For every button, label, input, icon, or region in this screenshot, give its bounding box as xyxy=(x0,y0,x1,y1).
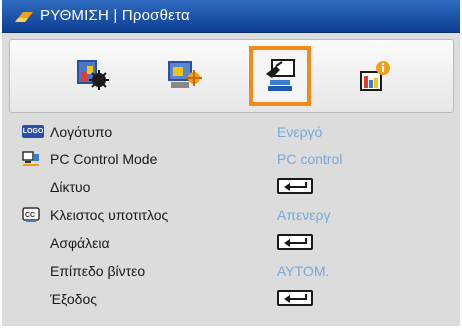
menu-item-closed-caption[interactable]: CC Κλειστος υποτιτλος Απενεργ xyxy=(9,203,454,227)
menu-item-security[interactable]: Ασφάλεια xyxy=(9,231,454,255)
picture-settings-icon xyxy=(77,60,109,90)
enter-button[interactable] xyxy=(277,290,313,306)
menu-item-label: Έξοδος xyxy=(50,291,97,307)
menu-item-exit[interactable]: Έξοδος xyxy=(9,287,454,311)
menu-item-label: PC Control Mode xyxy=(50,151,158,167)
menu-item-label: Ασφάλεια xyxy=(50,235,110,251)
page-title: ΡΥΘΜΙΣΗ | Προσθετα xyxy=(40,7,190,24)
menu-item-network[interactable]: Δίκτυο xyxy=(9,175,454,199)
pc-control-icon xyxy=(22,151,39,166)
menu-item-value[interactable]: Ενεργό xyxy=(277,124,322,140)
tab-image[interactable] xyxy=(62,46,124,106)
osd-menu: ΡΥΘΜΙΣΗ | Προσθετα LOGO Λογότυπο Ενεργό … xyxy=(2,0,460,326)
logo-badge-icon: LOGO xyxy=(22,125,44,138)
menu-item-pc-control-mode[interactable]: PC Control Mode PC control xyxy=(9,147,454,171)
menu-item-value[interactable]: ΑΥΤΟΜ. xyxy=(277,263,329,279)
display-settings-icon xyxy=(168,61,202,88)
tab-display[interactable] xyxy=(154,46,216,106)
enter-button[interactable] xyxy=(277,178,313,194)
menu-item-label: Δίκτυο xyxy=(50,179,91,195)
closed-caption-icon: CC xyxy=(22,207,40,222)
title-bar: ΡΥΘΜΙΣΗ | Προσθετα xyxy=(2,0,460,33)
menu-item-label: Επίπεδο βίντεο xyxy=(50,263,146,279)
menu-item-value[interactable]: PC control xyxy=(277,151,342,167)
menu-item-label: Κλειστος υποτιτλος xyxy=(50,207,169,223)
menu-item-value[interactable]: Απενεργ xyxy=(277,207,330,223)
setup-settings-icon xyxy=(266,59,295,91)
tab-setup[interactable] xyxy=(249,46,311,106)
settings-list: LOGO Λογότυπο Ενεργό PC Control Mode PC … xyxy=(9,117,454,321)
options-info-icon xyxy=(360,61,390,91)
enter-arrow-icon xyxy=(284,238,307,247)
enter-arrow-icon xyxy=(284,182,307,191)
category-tabs xyxy=(9,39,454,113)
enter-arrow-icon xyxy=(284,294,307,303)
tab-options[interactable] xyxy=(344,46,406,106)
svg-text:CC: CC xyxy=(25,212,35,219)
menu-item-label: Λογότυπο xyxy=(50,124,113,140)
menu-item-logo[interactable]: LOGO Λογότυπο Ενεργό xyxy=(9,120,454,144)
setup-menu-icon xyxy=(15,12,33,22)
enter-button[interactable] xyxy=(277,234,313,250)
menu-item-video-level[interactable]: Επίπεδο βίντεο ΑΥΤΟΜ. xyxy=(9,259,454,283)
